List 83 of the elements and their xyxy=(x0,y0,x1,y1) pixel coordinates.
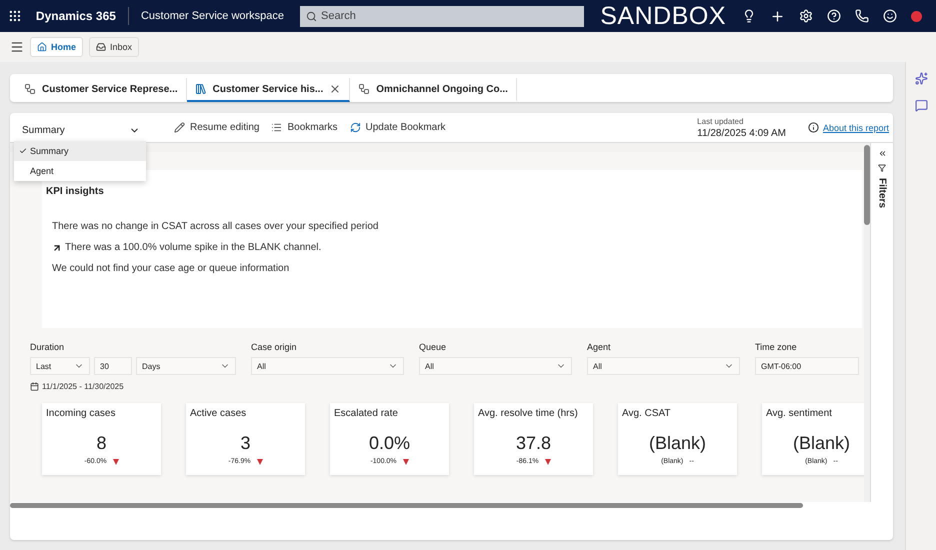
settings-icon[interactable] xyxy=(799,9,813,23)
tab-label: Customer Service his... xyxy=(212,84,324,94)
kpi-value: 3 xyxy=(240,433,250,454)
filter-dropdown[interactable]: All xyxy=(251,357,404,375)
home-icon xyxy=(37,42,47,52)
tab-label: Customer Service Represe... xyxy=(42,84,178,94)
kpi-value: (Blank) xyxy=(792,433,850,454)
check-icon xyxy=(19,147,27,155)
bookmarks-icon xyxy=(271,122,282,133)
app-name: Dynamics 365 xyxy=(36,9,116,23)
kpi-title: Incoming cases xyxy=(46,408,116,419)
nav-button[interactable]: Inbox xyxy=(89,37,140,57)
close-icon[interactable] xyxy=(329,83,342,95)
toolbar-button[interactable]: Bookmarks xyxy=(271,122,338,133)
kpi-title: Avg. CSAT xyxy=(622,408,671,419)
tab-icon xyxy=(194,83,207,95)
kpi-value: 8 xyxy=(96,433,106,454)
toolbar-button[interactable]: Resume editing xyxy=(174,122,260,133)
info-icon xyxy=(808,122,819,133)
insights-title: KPI insights xyxy=(46,186,105,197)
sparkle-icon[interactable] xyxy=(914,72,928,85)
collapse-icon[interactable] xyxy=(878,149,886,158)
menu-option[interactable]: Agent xyxy=(14,161,146,181)
environment-label: SANDBOX xyxy=(600,2,726,30)
search-icon xyxy=(306,10,318,22)
filter-input[interactable]: 30 xyxy=(94,357,132,375)
filter-label: Case origin xyxy=(251,342,298,352)
workspace-name: Customer Service workspace xyxy=(140,10,284,22)
tab-label: Omnichannel Ongoing Co... xyxy=(376,84,508,94)
filter-dropdown[interactable]: Days xyxy=(136,357,236,375)
filter-dropdown[interactable]: Last xyxy=(30,357,90,375)
inbox-icon xyxy=(96,42,106,52)
search-field[interactable]: Search xyxy=(300,6,584,26)
toolbar-button[interactable]: Update Bookmark xyxy=(350,122,446,133)
phone-icon[interactable] xyxy=(855,9,869,23)
kpi-value: 0.0% xyxy=(368,433,410,454)
refresh-icon xyxy=(350,122,360,133)
kpi-title: Avg. sentiment xyxy=(766,408,832,419)
filter-label: Time zone xyxy=(755,342,798,352)
nav-button[interactable]: Home xyxy=(30,37,84,57)
filter-dropdown[interactable]: All xyxy=(419,357,572,375)
down-triangle-icon xyxy=(112,458,119,464)
status-dot[interactable] xyxy=(911,10,922,22)
kpi-value: 37.8 xyxy=(516,433,552,454)
scrollbar-thumb[interactable] xyxy=(10,503,803,508)
filter-label: Queue xyxy=(419,342,448,352)
insight-text: We could not find your case age or queue information xyxy=(52,263,290,274)
insight-text: There was no change in CSAT across all cases over your specified period xyxy=(52,221,378,232)
down-triangle-icon xyxy=(256,458,263,464)
edit-icon xyxy=(174,122,185,133)
help-icon[interactable] xyxy=(827,9,841,23)
date-range: 11/1/2025 - 11/30/2025 xyxy=(42,382,124,391)
lightbulb-icon[interactable] xyxy=(742,9,756,23)
kpi-value: (Blank) xyxy=(648,433,706,454)
session-tab[interactable]: Customer Service Represe... xyxy=(16,78,187,102)
calendar-icon xyxy=(30,382,39,391)
kpi-title: Active cases xyxy=(190,408,246,419)
about-link[interactable]: About this report xyxy=(822,122,889,132)
filter-dropdown[interactable]: All xyxy=(587,357,740,375)
scrollbar-thumb[interactable] xyxy=(864,145,870,225)
last-updated-time: 11/28/2025 4:09 AM xyxy=(697,128,786,138)
arrow-up-right-icon xyxy=(52,242,62,252)
kpi-title: Avg. resolve time (hrs) xyxy=(478,408,578,419)
filter-icon xyxy=(878,164,886,172)
down-triangle-icon xyxy=(402,458,409,464)
menu-option[interactable]: Summary xyxy=(14,141,146,161)
filter-label: Agent xyxy=(587,342,612,352)
filter-input[interactable]: GMT-06:00 xyxy=(755,357,859,375)
insight-text: There was a 100.0% volume spike in the BLANK channel. xyxy=(65,242,322,253)
plus-icon[interactable] xyxy=(770,8,785,24)
down-triangle-icon xyxy=(544,458,551,464)
tab-icon xyxy=(24,83,36,95)
session-tab[interactable]: Omnichannel Ongoing Co... xyxy=(350,78,517,102)
app-launcher-icon[interactable] xyxy=(8,9,22,23)
menu-icon[interactable] xyxy=(10,40,24,54)
smiley-icon[interactable] xyxy=(883,9,897,23)
tab-icon xyxy=(358,83,370,95)
chat-icon[interactable] xyxy=(914,99,928,112)
filters-label[interactable]: Filters xyxy=(876,178,888,208)
filter-label: Duration xyxy=(30,342,66,352)
last-updated-label: Last updated xyxy=(697,116,744,126)
kpi-title: Escalated rate xyxy=(334,408,398,419)
session-tab[interactable]: Customer Service his... xyxy=(186,78,350,102)
